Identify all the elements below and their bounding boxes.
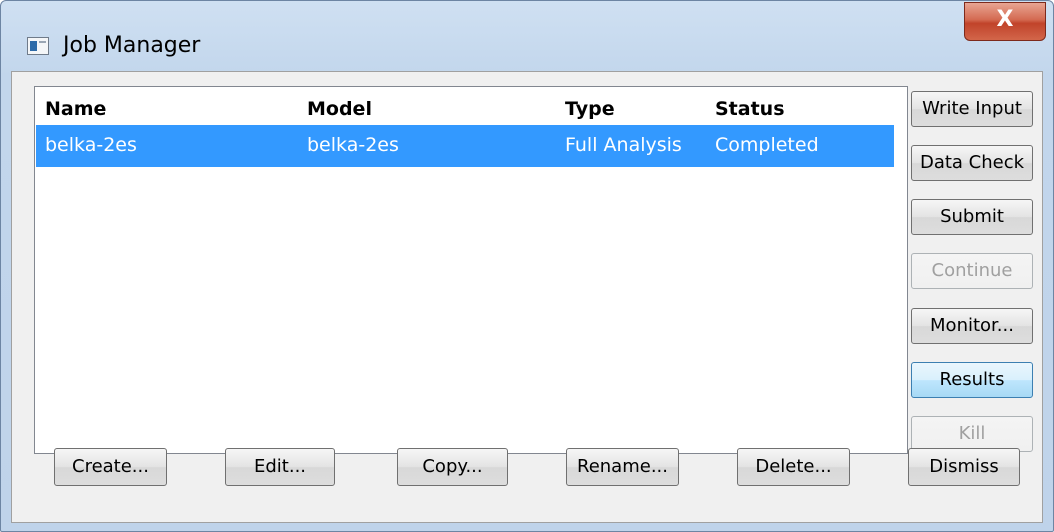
job-model-cell: belka-2es [307,134,399,156]
job-name-cell: belka-2es [45,134,137,156]
dismiss-button[interactable]: Dismiss [908,448,1020,486]
delete-button[interactable]: Delete... [737,448,850,486]
jobs-list[interactable]: Name Model Type Status belka-2es belka-2… [34,86,908,454]
job-row[interactable]: belka-2es belka-2es Full Analysis Comple… [36,125,894,167]
create-button[interactable]: Create... [54,448,167,486]
column-header-model[interactable]: Model [307,98,372,120]
data-check-button[interactable]: Data Check [911,145,1033,181]
job-type-cell: Full Analysis [565,134,682,156]
dialog-body: Name Model Type Status belka-2es belka-2… [11,71,1043,523]
continue-button[interactable]: Continue [911,253,1033,289]
job-status-cell: Completed [715,134,819,156]
job-manager-window: Job Manager X Name Model Type Status bel… [0,0,1054,532]
submit-button[interactable]: Submit [911,199,1033,235]
kill-button[interactable]: Kill [911,416,1033,452]
monitor-button[interactable]: Monitor... [911,308,1033,344]
edit-button[interactable]: Edit... [225,448,335,486]
copy-button[interactable]: Copy... [397,448,508,486]
column-header-name[interactable]: Name [45,98,106,120]
column-header-type[interactable]: Type [565,98,615,120]
app-window-icon [27,37,49,55]
write-input-button[interactable]: Write Input [911,91,1033,127]
rename-button[interactable]: Rename... [566,448,679,486]
window-title: Job Manager [63,33,201,58]
results-button[interactable]: Results [911,362,1033,398]
list-header: Name Model Type Status [35,87,907,127]
column-header-status[interactable]: Status [715,98,785,120]
title-bar[interactable]: Job Manager [1,1,1053,71]
close-button[interactable]: X [964,2,1046,41]
